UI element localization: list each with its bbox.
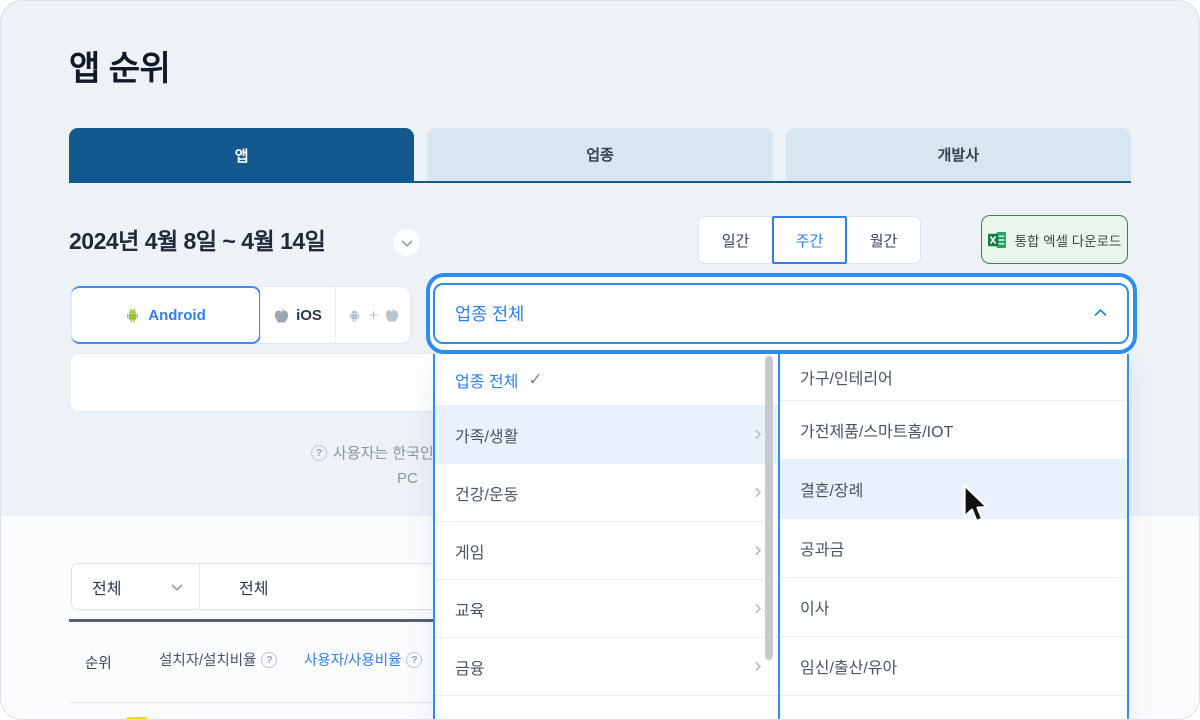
date-dropdown-button[interactable]	[393, 229, 420, 256]
platform-toggle: Android iOS +	[71, 286, 411, 344]
chevron-right-icon	[751, 487, 762, 498]
tab-developer-label: 개발사	[937, 147, 980, 164]
tab-industry-label: 업종	[586, 147, 614, 164]
android-icon	[127, 307, 139, 322]
period-daily-label: 일간	[721, 232, 750, 250]
excel-download-button[interactable]: 통합 엑셀 다운로드	[981, 215, 1128, 264]
subcategory-item-label: 결혼/장례	[800, 483, 864, 500]
app-ranking-page: 앱 순위 앱 업종 개발사 2024년 4월 8일 ~ 4월 14일 일간 주간…	[0, 0, 1200, 720]
subcategory-item-label: 이사	[800, 601, 830, 618]
period-daily-button[interactable]: 일간	[698, 216, 773, 264]
excel-icon	[987, 231, 1006, 248]
period-weekly-button[interactable]: 주간	[772, 216, 847, 264]
chevron-down-icon	[400, 235, 413, 247]
subcategory-item-furniture-interior[interactable]: 가구/인테리어	[780, 354, 1127, 401]
chevron-up-icon	[1094, 308, 1107, 322]
app-filter-select-1-value: 전체	[92, 580, 122, 598]
tab-developer[interactable]: 개발사	[785, 128, 1131, 181]
category-list-left: 업종 전체 ✓ 가족/생활 건강/운동 게임 교육 금융	[435, 354, 778, 719]
page-title: 앱 순위	[69, 50, 171, 88]
category-item-all[interactable]: 업종 전체 ✓	[435, 354, 778, 406]
column-header-installs: 설치자/설치비율 ?	[159, 649, 278, 670]
main-tabs: 앱 업종 개발사	[69, 128, 1131, 183]
subcategory-item-label: 가전제품/스마트홈/IOT	[800, 424, 954, 441]
category-dropdown-panel: 업종 전체 ✓ 가족/생활 건강/운동 게임 교육 금융 가구/인테리어 가전제…	[433, 354, 1129, 719]
chevron-right-icon	[751, 545, 762, 556]
app-filter-select-1[interactable]: 전체	[72, 564, 200, 609]
category-item-games[interactable]: 게임	[435, 522, 778, 580]
column-header-users[interactable]: 사용자/사용비율 ?	[304, 649, 423, 670]
chevron-right-icon	[751, 429, 762, 440]
category-item-label: 교육	[455, 602, 485, 620]
category-item-label: 게임	[455, 544, 485, 562]
category-list-right: 가구/인테리어 가전제품/스마트홈/IOT 결혼/장례 공과금 이사 임신/출산…	[780, 354, 1127, 719]
helper-note-line2: PC	[397, 470, 418, 487]
category-item-family-life[interactable]: 가족/생활	[435, 406, 778, 464]
category-item-finance[interactable]: 금융	[435, 638, 778, 696]
subcategory-item-label: 임신/출산/유아	[800, 660, 898, 677]
tab-app[interactable]: 앱	[69, 128, 415, 183]
android-icon-gray	[349, 310, 360, 322]
category-item-label: 가족/생활	[455, 428, 519, 446]
helper-note-text: 사용자는 한국인	[333, 445, 434, 462]
subcategory-item-appliances-smarthome-iot[interactable]: 가전제품/스마트홈/IOT	[780, 401, 1127, 460]
platform-ios-label: iOS	[296, 306, 322, 324]
subcategory-item-wedding-funeral[interactable]: 결혼/장례	[780, 460, 1127, 519]
platform-ios-button[interactable]: iOS	[260, 287, 335, 343]
app-filter-select-2-value: 전체	[239, 580, 269, 598]
chevron-right-icon	[751, 661, 762, 672]
helper-note-line1: ? 사용자는 한국인	[311, 442, 434, 463]
platform-combined-separator: +	[369, 306, 378, 324]
excel-download-label: 통합 엑셀 다운로드	[1014, 233, 1122, 249]
category-item-education[interactable]: 교육	[435, 580, 778, 638]
category-item-health-fitness[interactable]: 건강/운동	[435, 464, 778, 522]
chevron-down-icon	[171, 579, 183, 591]
dropdown-scrollbar[interactable]	[765, 356, 773, 660]
date-range-label: 2024년 4월 8일 ~ 4월 14일	[69, 228, 326, 254]
column-header-installs-label: 설치자/설치비율	[159, 653, 257, 669]
chevron-right-icon	[751, 603, 762, 614]
subcategory-item-moving[interactable]: 이사	[780, 578, 1127, 637]
platform-combined-button[interactable]: +	[335, 287, 410, 343]
category-dropdown-trigger[interactable]: 업종 전체	[433, 283, 1129, 344]
category-item-label: 업종 전체	[455, 373, 519, 391]
category-item-label: 금융	[455, 660, 485, 678]
platform-android-button[interactable]: Android	[71, 286, 261, 344]
column-header-rank: 순위	[85, 656, 112, 672]
app-filter-select-2[interactable]: 전체	[200, 575, 268, 599]
subcategory-item-utility-bills[interactable]: 공과금	[780, 519, 1127, 578]
tab-industry[interactable]: 업종	[427, 128, 773, 181]
tab-app-label: 앱	[234, 148, 249, 165]
period-toggle: 일간 주간 월간	[698, 216, 921, 264]
subcategory-item-pregnancy-childbirth-baby[interactable]: 임신/출산/유아	[780, 637, 1127, 696]
period-monthly-button[interactable]: 월간	[846, 216, 921, 264]
period-weekly-label: 주간	[795, 232, 824, 250]
period-monthly-label: 월간	[869, 232, 898, 250]
question-icon[interactable]: ?	[406, 651, 423, 668]
apple-icon-gray	[385, 308, 398, 322]
platform-android-label: Android	[148, 306, 206, 324]
question-icon[interactable]: ?	[261, 651, 278, 668]
category-dropdown-value: 업종 전체	[455, 304, 525, 324]
subcategory-item-label: 가구/인테리어	[800, 371, 893, 388]
check-icon: ✓	[528, 369, 543, 389]
question-icon: ?	[311, 444, 327, 461]
subcategory-item-label: 공과금	[800, 542, 845, 559]
category-item-label: 건강/운동	[455, 486, 519, 504]
apple-icon	[275, 307, 289, 323]
column-header-users-label: 사용자/사용비율	[304, 653, 402, 669]
